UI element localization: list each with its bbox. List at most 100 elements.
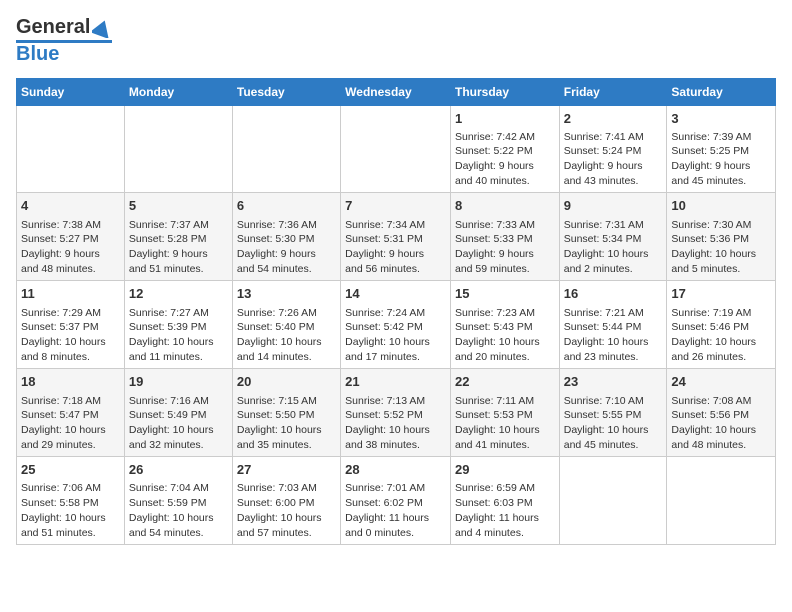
calendar-header-tuesday: Tuesday <box>232 78 340 105</box>
day-info: Sunrise: 7:10 AM Sunset: 5:55 PM Dayligh… <box>564 394 663 453</box>
logo: General Blue <box>16 16 112 66</box>
day-number: 17 <box>671 285 771 303</box>
calendar-cell: 3 Sunrise: 7:39 AM Sunset: 5:25 PM Daylig… <box>667 105 776 193</box>
calendar-cell <box>667 457 776 545</box>
day-number: 6 <box>237 197 336 215</box>
calendar-cell: 16 Sunrise: 7:21 AM Sunset: 5:44 PM Dayli… <box>559 281 667 369</box>
day-info: Sunrise: 7:33 AM Sunset: 5:33 PM Dayligh… <box>455 218 555 277</box>
calendar-cell: 20 Sunrise: 7:15 AM Sunset: 5:50 PM Dayli… <box>232 369 340 457</box>
day-info: Sunrise: 6:59 AM Sunset: 6:03 PM Dayligh… <box>455 481 555 540</box>
logo-general-text: General <box>16 16 90 39</box>
calendar-cell: 21 Sunrise: 7:13 AM Sunset: 5:52 PM Dayli… <box>341 369 451 457</box>
day-info: Sunrise: 7:30 AM Sunset: 5:36 PM Dayligh… <box>671 218 771 277</box>
calendar-cell: 28 Sunrise: 7:01 AM Sunset: 6:02 PM Dayli… <box>341 457 451 545</box>
day-number: 26 <box>129 461 228 479</box>
calendar-header-row: SundayMondayTuesdayWednesdayThursdayFrid… <box>17 78 776 105</box>
calendar-cell <box>124 105 232 193</box>
day-info: Sunrise: 7:31 AM Sunset: 5:34 PM Dayligh… <box>564 218 663 277</box>
day-info: Sunrise: 7:36 AM Sunset: 5:30 PM Dayligh… <box>237 218 336 277</box>
calendar-header-wednesday: Wednesday <box>341 78 451 105</box>
day-number: 20 <box>237 373 336 391</box>
day-info: Sunrise: 7:08 AM Sunset: 5:56 PM Dayligh… <box>671 394 771 453</box>
day-number: 1 <box>455 110 555 128</box>
day-info: Sunrise: 7:13 AM Sunset: 5:52 PM Dayligh… <box>345 394 446 453</box>
day-number: 2 <box>564 110 663 128</box>
calendar-cell: 17 Sunrise: 7:19 AM Sunset: 5:46 PM Dayli… <box>667 281 776 369</box>
logo-arrow-icon <box>92 18 112 38</box>
calendar-cell <box>17 105 125 193</box>
day-number: 24 <box>671 373 771 391</box>
calendar-cell: 1Sunrise: 7:42 AM Sunset: 5:22 PM Daylig… <box>450 105 559 193</box>
calendar-cell: 27 Sunrise: 7:03 AM Sunset: 6:00 PM Dayli… <box>232 457 340 545</box>
calendar-week-row: 4Sunrise: 7:38 AM Sunset: 5:27 PM Daylig… <box>17 193 776 281</box>
day-info: Sunrise: 7:23 AM Sunset: 5:43 PM Dayligh… <box>455 306 555 365</box>
day-number: 28 <box>345 461 446 479</box>
calendar-cell: 12 Sunrise: 7:27 AM Sunset: 5:39 PM Dayli… <box>124 281 232 369</box>
day-number: 13 <box>237 285 336 303</box>
day-number: 19 <box>129 373 228 391</box>
day-number: 27 <box>237 461 336 479</box>
calendar-week-row: 1Sunrise: 7:42 AM Sunset: 5:22 PM Daylig… <box>17 105 776 193</box>
calendar-cell: 5 Sunrise: 7:37 AM Sunset: 5:28 PM Daylig… <box>124 193 232 281</box>
day-number: 4 <box>21 197 120 215</box>
day-info: Sunrise: 7:39 AM Sunset: 5:25 PM Dayligh… <box>671 130 771 189</box>
calendar-header-friday: Friday <box>559 78 667 105</box>
calendar-cell: 23 Sunrise: 7:10 AM Sunset: 5:55 PM Dayli… <box>559 369 667 457</box>
day-number: 21 <box>345 373 446 391</box>
day-info: Sunrise: 7:16 AM Sunset: 5:49 PM Dayligh… <box>129 394 228 453</box>
day-number: 8 <box>455 197 555 215</box>
calendar-header-sunday: Sunday <box>17 78 125 105</box>
calendar-cell: 10 Sunrise: 7:30 AM Sunset: 5:36 PM Dayli… <box>667 193 776 281</box>
day-info: Sunrise: 7:21 AM Sunset: 5:44 PM Dayligh… <box>564 306 663 365</box>
day-info: Sunrise: 7:19 AM Sunset: 5:46 PM Dayligh… <box>671 306 771 365</box>
day-info: Sunrise: 7:11 AM Sunset: 5:53 PM Dayligh… <box>455 394 555 453</box>
calendar-cell <box>559 457 667 545</box>
calendar-cell: 13 Sunrise: 7:26 AM Sunset: 5:40 PM Dayli… <box>232 281 340 369</box>
calendar-table: SundayMondayTuesdayWednesdayThursdayFrid… <box>16 78 776 546</box>
calendar-cell: 6 Sunrise: 7:36 AM Sunset: 5:30 PM Daylig… <box>232 193 340 281</box>
day-number: 7 <box>345 197 446 215</box>
calendar-week-row: 11Sunrise: 7:29 AM Sunset: 5:37 PM Dayli… <box>17 281 776 369</box>
calendar-cell: 24 Sunrise: 7:08 AM Sunset: 5:56 PM Dayli… <box>667 369 776 457</box>
calendar-cell: 2 Sunrise: 7:41 AM Sunset: 5:24 PM Daylig… <box>559 105 667 193</box>
day-number: 10 <box>671 197 771 215</box>
day-info: Sunrise: 7:27 AM Sunset: 5:39 PM Dayligh… <box>129 306 228 365</box>
calendar-cell: 22 Sunrise: 7:11 AM Sunset: 5:53 PM Dayli… <box>450 369 559 457</box>
day-info: Sunrise: 7:26 AM Sunset: 5:40 PM Dayligh… <box>237 306 336 365</box>
day-number: 22 <box>455 373 555 391</box>
day-info: Sunrise: 7:41 AM Sunset: 5:24 PM Dayligh… <box>564 130 663 189</box>
calendar-cell: 4Sunrise: 7:38 AM Sunset: 5:27 PM Daylig… <box>17 193 125 281</box>
calendar-header-saturday: Saturday <box>667 78 776 105</box>
day-info: Sunrise: 7:01 AM Sunset: 6:02 PM Dayligh… <box>345 481 446 540</box>
day-info: Sunrise: 7:04 AM Sunset: 5:59 PM Dayligh… <box>129 481 228 540</box>
calendar-cell <box>341 105 451 193</box>
calendar-week-row: 25Sunrise: 7:06 AM Sunset: 5:58 PM Dayli… <box>17 457 776 545</box>
day-info: Sunrise: 7:03 AM Sunset: 6:00 PM Dayligh… <box>237 481 336 540</box>
calendar-cell: 15Sunrise: 7:23 AM Sunset: 5:43 PM Dayli… <box>450 281 559 369</box>
calendar-cell: 18 Sunrise: 7:18 AM Sunset: 5:47 PM Dayli… <box>17 369 125 457</box>
logo-blue-text: Blue <box>16 43 59 66</box>
calendar-cell: 25Sunrise: 7:06 AM Sunset: 5:58 PM Dayli… <box>17 457 125 545</box>
calendar-cell: 29 Sunrise: 6:59 AM Sunset: 6:03 PM Dayli… <box>450 457 559 545</box>
calendar-cell <box>232 105 340 193</box>
day-number: 16 <box>564 285 663 303</box>
day-info: Sunrise: 7:37 AM Sunset: 5:28 PM Dayligh… <box>129 218 228 277</box>
calendar-cell: 9 Sunrise: 7:31 AM Sunset: 5:34 PM Daylig… <box>559 193 667 281</box>
calendar-header-thursday: Thursday <box>450 78 559 105</box>
header: General Blue <box>16 16 776 66</box>
day-number: 12 <box>129 285 228 303</box>
day-number: 9 <box>564 197 663 215</box>
calendar-cell: 7Sunrise: 7:34 AM Sunset: 5:31 PM Daylig… <box>341 193 451 281</box>
day-number: 29 <box>455 461 555 479</box>
day-number: 5 <box>129 197 228 215</box>
day-number: 23 <box>564 373 663 391</box>
day-info: Sunrise: 7:18 AM Sunset: 5:47 PM Dayligh… <box>21 394 120 453</box>
day-number: 3 <box>671 110 771 128</box>
calendar-cell: 8 Sunrise: 7:33 AM Sunset: 5:33 PM Daylig… <box>450 193 559 281</box>
day-info: Sunrise: 7:15 AM Sunset: 5:50 PM Dayligh… <box>237 394 336 453</box>
calendar-header-monday: Monday <box>124 78 232 105</box>
day-info: Sunrise: 7:24 AM Sunset: 5:42 PM Dayligh… <box>345 306 446 365</box>
day-number: 18 <box>21 373 120 391</box>
calendar-cell: 11Sunrise: 7:29 AM Sunset: 5:37 PM Dayli… <box>17 281 125 369</box>
calendar-cell: 19 Sunrise: 7:16 AM Sunset: 5:49 PM Dayli… <box>124 369 232 457</box>
